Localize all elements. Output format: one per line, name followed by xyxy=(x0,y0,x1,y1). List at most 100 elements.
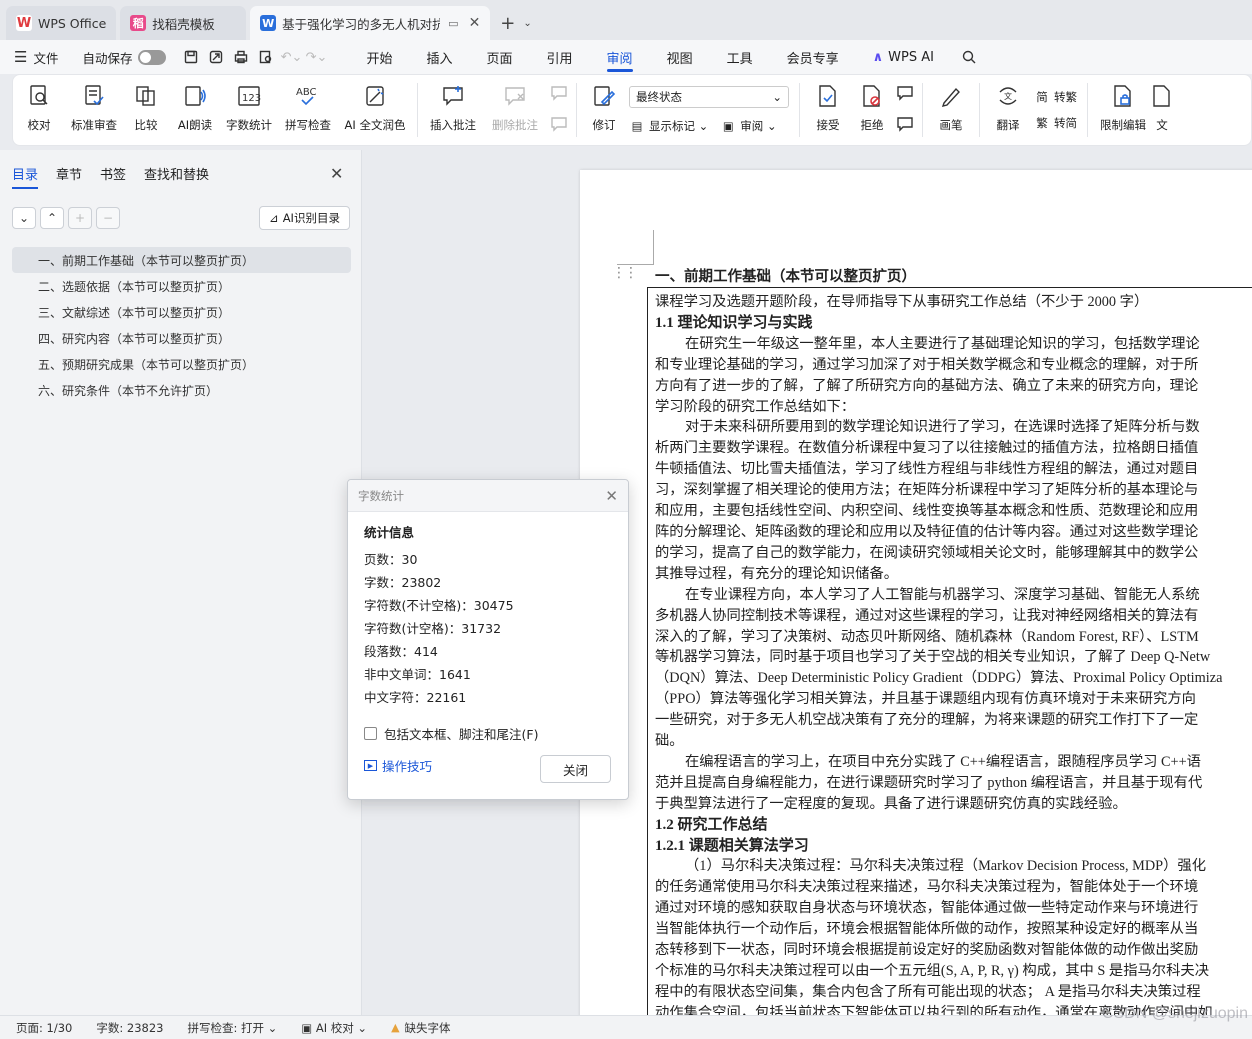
toc-item[interactable]: 六、研究条件（本节不允许扩页） xyxy=(12,377,351,403)
share-icon[interactable] xyxy=(205,46,227,68)
proofread-button[interactable]: 校对 xyxy=(13,75,65,145)
document-text-line[interactable]: 深入的了解，学习了决策树、动态贝叶斯网络、随机森林（Random Forest,… xyxy=(655,627,1252,648)
document-text-line[interactable]: 在专业课程方向，本人学习了人工智能与机器学习、深度学习基础、智能无人系统 xyxy=(655,585,1252,606)
document-text-line[interactable]: 个标准的马尔科夫决策过程可以由一个五元组(S, A, P, R, γ) 构成，其… xyxy=(655,961,1252,982)
tips-link[interactable]: ▶ 操作技巧 xyxy=(364,756,432,775)
to-simplified-button[interactable]: 繁转简 xyxy=(1034,115,1077,131)
document-text-line[interactable]: 其推导过程，有充分的理论知识储备。 xyxy=(655,564,1252,585)
include-textbox-checkbox-row[interactable]: 包括文本框、脚注和尾注(F) xyxy=(364,724,612,743)
next-comment-icon[interactable] xyxy=(550,115,568,136)
compare-button[interactable]: 比较 xyxy=(123,75,169,145)
review-pane-button[interactable]: ▣ 审阅 ⌄ xyxy=(720,118,777,134)
menu-tab-page[interactable]: 页面 xyxy=(487,40,513,74)
drag-handle-icon[interactable]: ⋮⋮ xyxy=(612,265,638,281)
document-text-line[interactable]: 在编程语言的学习上，在项目中充分实践了 C++编程语言，跟随程序员学习 C++语 xyxy=(655,752,1252,773)
document-text-line[interactable]: （PPO）算法等强化学习相关算法，并且基于课题组内现有仿真环境对于未来研究方向 xyxy=(655,689,1252,710)
document-text-line[interactable]: （1）马尔科夫决策过程：马尔科夫决策过程（Markov Decision Pro… xyxy=(655,856,1252,877)
ai-polish-button[interactable]: AI 全文润色 xyxy=(339,75,411,145)
document-text-line[interactable]: 础。 xyxy=(655,731,1252,752)
tab-current-document[interactable]: W 基于强化学习的多无人机对抗 ▭ ✕ xyxy=(250,6,491,40)
document-text-line[interactable]: 在研究生一年级这一整年里，本人主要进行了基础理论知识的学习，包括数学理论 xyxy=(655,334,1252,355)
search-icon[interactable] xyxy=(958,46,980,68)
tab-wps-office[interactable]: W WPS Office xyxy=(6,6,117,40)
toc-item[interactable]: 三、文献综述（本节可以整页扩页） xyxy=(12,299,351,325)
menu-tab-insert[interactable]: 插入 xyxy=(427,40,453,74)
menu-tab-tools[interactable]: 工具 xyxy=(727,40,753,74)
expand-icon[interactable]: ⌄ xyxy=(12,207,36,229)
document-text-line[interactable]: 牛顿插值法、切比雪夫插值法，学习了线性方程组与非线性方程组的解法，通过对题目 xyxy=(655,459,1252,480)
close-tab-icon[interactable]: ✕ xyxy=(469,15,481,31)
menu-tab-home[interactable]: 开始 xyxy=(366,40,392,74)
reject-button[interactable]: 拒绝 xyxy=(850,75,894,145)
document-text-line[interactable]: 一些研究，对于多无人机空战决策有了充分的理解，为将来课题的研究工作打下了一定 xyxy=(655,710,1252,731)
print-preview-icon[interactable] xyxy=(255,46,277,68)
hamburger-icon[interactable]: ☰ xyxy=(14,48,27,66)
pen-button[interactable]: 画笔 xyxy=(929,75,973,145)
document-permission-button[interactable]: 文 xyxy=(1152,75,1172,145)
show-markup-button[interactable]: ▤ 显示标记 ⌄ xyxy=(629,118,709,134)
previous-comment-icon[interactable] xyxy=(550,84,568,105)
chevron-down-icon[interactable]: ⌄ xyxy=(523,18,531,29)
document-text-line[interactable]: 当智能体执行一个动作后，环境会根据智能体所做的动作，按照某种设定好的概率从当 xyxy=(655,919,1252,940)
menu-tab-review[interactable]: 审阅 xyxy=(606,40,633,74)
toc-item[interactable]: 二、选题依据（本节可以整页扩页） xyxy=(12,273,351,299)
spell-check-indicator[interactable]: 拼写检查: 打开 ⌄ xyxy=(187,1020,277,1036)
insert-comment-button[interactable]: 插入批注 xyxy=(424,75,482,145)
document-text-line[interactable]: 方向有了进一步的了解，了解了所研究方向的基础方法、确立了未来的研究方向，理论 xyxy=(655,376,1252,397)
document-text-line[interactable]: 的任务通常使用马尔科夫决策过程来描述，马尔科夫决策过程为，智能体处于一个环境 xyxy=(655,877,1252,898)
revise-button[interactable]: 修订 xyxy=(583,75,625,145)
document-text-line[interactable]: 和专业理论基础的学习，通过学习加深了对于相关数学概念和专业概念的理解，对于所 xyxy=(655,355,1252,376)
document-text-line[interactable]: 课程学习及选题开题阶段，在导师指导下从事研究工作总结（不少于 2000 字） xyxy=(655,292,1252,313)
document-heading-line[interactable]: 1.2 研究工作总结 xyxy=(655,815,1252,836)
word-count-button[interactable]: 123 字数统计 xyxy=(221,75,277,145)
document-text-line[interactable]: 析两门主要数学课程。在数值分析课程中复习了以往接触过的插值方法，拉格朗日插值 xyxy=(655,438,1252,459)
restrict-edit-button[interactable]: 限制编辑 xyxy=(1094,75,1152,145)
document-text-line[interactable]: 通过对环境的感知获取自身状态与环境状态，智能体通过做一些特定动作来与环境进行 xyxy=(655,898,1252,919)
document-text-frame[interactable]: 课程学习及选题开题阶段，在导师指导下从事研究工作总结（不少于 2000 字） 1.… xyxy=(647,287,1252,1015)
undo-icon[interactable]: ↶⌄ xyxy=(280,46,303,68)
menu-tab-view[interactable]: 视图 xyxy=(667,40,693,74)
document-text-line[interactable]: 多机器人协同控制技术等课程，通过对这些课程的学习，让我对神经网络相关的算法有 xyxy=(655,606,1252,627)
document-text-line[interactable]: 范并且提高自身编程能力，在进行课题研究时学习了 python 编程语言，并且基于… xyxy=(655,773,1252,794)
nav-tab-find-replace[interactable]: 查找和替换 xyxy=(144,164,209,189)
new-tab-button[interactable]: + ⌄ xyxy=(500,6,531,40)
monitor-icon[interactable]: ▭ xyxy=(448,17,458,30)
document-text-line[interactable]: 阵的分解理论、矩阵函数的理论和应用以及特征值的估计等内容。通过对这些数学理论 xyxy=(655,522,1252,543)
close-icon[interactable]: ✕ xyxy=(605,487,618,505)
spell-check-button[interactable]: ABC 拼写检查 xyxy=(277,75,339,145)
document-text-line[interactable]: 程中的有限状态空间集，集合内包含了所有可能出现的状态； A 是指马尔科夫决策过程 xyxy=(655,982,1252,1003)
tab-docer-templates[interactable]: 稻 找稻壳模板 xyxy=(120,6,247,40)
ai-check-indicator[interactable]: ▣ AI 校对 ⌄ xyxy=(301,1020,367,1036)
document-text-line[interactable]: 习，深刻掌握了相关理论的使用方法；在矩阵分析课程中学习了矩阵分析的基本理论与 xyxy=(655,480,1252,501)
add-heading-icon[interactable]: + xyxy=(68,207,92,229)
to-traditional-button[interactable]: 简转繁 xyxy=(1034,89,1077,105)
wps-ai-button[interactable]: ∧ WPS AI xyxy=(873,50,934,65)
standard-review-button[interactable]: 标准审查 xyxy=(65,75,123,145)
section-heading[interactable]: 一、前期工作基础（本节可以整页扩页） xyxy=(655,265,916,286)
menu-tab-references[interactable]: 引用 xyxy=(547,40,573,74)
autosave-toggle[interactable] xyxy=(138,49,167,65)
display-state-select[interactable]: 最终状态 ⌄ xyxy=(629,86,789,108)
page-indicator[interactable]: 页面: 1/30 xyxy=(16,1020,72,1036)
toc-item[interactable]: 五、预期研究成果（本节可以整页扩页） xyxy=(12,351,351,377)
previous-change-icon[interactable] xyxy=(896,84,914,105)
nav-tab-toc[interactable]: 目录 xyxy=(12,164,39,189)
document-text-line[interactable]: 学习阶段的研究工作总结如下： xyxy=(655,397,1252,418)
ai-read-button[interactable]: AI朗读 xyxy=(169,75,221,145)
collapse-icon[interactable]: ⌃ xyxy=(40,207,64,229)
document-text-line[interactable]: （DQN）算法、Deep Deterministic Policy Gradie… xyxy=(655,668,1252,689)
remove-heading-icon[interactable]: − xyxy=(96,207,120,229)
translate-button[interactable]: 文 翻译 xyxy=(986,75,1030,145)
next-change-icon[interactable] xyxy=(896,115,914,136)
redo-icon[interactable]: ↷⌄ xyxy=(305,46,328,68)
print-icon[interactable] xyxy=(230,46,252,68)
close-icon[interactable]: ✕ xyxy=(330,164,343,183)
file-menu[interactable]: 文件 xyxy=(33,48,58,67)
toc-item[interactable]: 一、前期工作基础（本节可以整页扩页） xyxy=(12,247,351,273)
document-heading-line[interactable]: 1.2.1 课题相关算法学习 xyxy=(655,836,1252,857)
save-icon[interactable] xyxy=(180,46,202,68)
include-textbox-checkbox[interactable] xyxy=(364,727,377,740)
nav-tab-sections[interactable]: 章节 xyxy=(56,164,82,189)
close-button[interactable]: 关闭 xyxy=(540,755,611,783)
ai-toc-button[interactable]: ⊿ AI识别目录 xyxy=(259,206,350,230)
